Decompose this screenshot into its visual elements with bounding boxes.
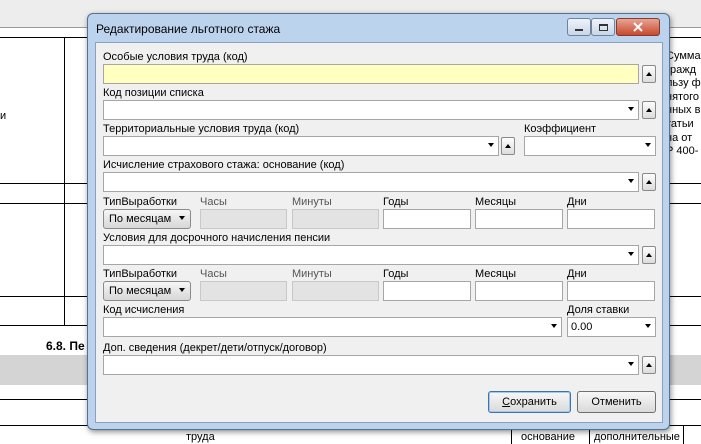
hours-label: Часы (200, 196, 227, 208)
list-position-label: Код позиции списка (103, 87, 204, 99)
early-pension-lookup-button[interactable] (642, 246, 656, 264)
close-button[interactable] (616, 18, 660, 36)
minutes-label: Минуты (292, 268, 332, 280)
insurance-basis-lookup-button[interactable] (642, 173, 656, 191)
days-label: Дни (567, 196, 587, 208)
background-cell: основание (521, 431, 575, 443)
chevron-down-icon (179, 288, 185, 292)
arrow-up-icon (646, 108, 652, 112)
cancel-button[interactable]: Отменить (577, 391, 656, 413)
special-conditions-input[interactable] (103, 64, 639, 84)
coefficient-label: Коэффициент (524, 123, 597, 135)
chevron-down-icon (551, 324, 557, 328)
minimize-button[interactable] (567, 18, 591, 36)
extra-info-lookup-button[interactable] (642, 356, 656, 374)
insurance-basis-label: Исчисление страхового стажа: основание (… (103, 159, 345, 171)
special-conditions-label: Особые условия труда (код) (103, 51, 248, 63)
work-type-label: ТипВыработки (103, 196, 177, 208)
rate-share-value: 0.00 (571, 321, 593, 333)
insurance-basis-combo[interactable] (103, 172, 639, 192)
years-input[interactable] (383, 281, 471, 301)
minutes-input[interactable] (292, 209, 379, 229)
work-type-value: По месяцам (109, 213, 172, 225)
background-left-fragment: и (0, 110, 7, 122)
edit-preferential-service-dialog: Редактирование льготного стажа Особые ус… (87, 13, 670, 430)
save-label: охранить (510, 396, 557, 408)
dialog-client-area: Особые условия труда (код) Код позиции с… (95, 42, 663, 423)
background-right-column: Сумма гражд льзу ф нятого нных в татьи н… (666, 50, 701, 158)
background-cell: дополнительные (594, 431, 680, 443)
save-mnemonic: С (502, 396, 511, 408)
coefficient-combo[interactable] (524, 136, 656, 156)
hours-input[interactable] (200, 281, 287, 301)
arrow-up-icon (646, 363, 652, 367)
hours-label: Часы (200, 268, 227, 280)
arrow-up-icon (505, 144, 511, 148)
maximize-icon (598, 23, 608, 31)
hours-input[interactable] (200, 209, 287, 229)
chevron-down-icon (488, 143, 494, 147)
chevron-down-icon (628, 107, 634, 111)
dialog-titlebar[interactable]: Редактирование льготного стажа (88, 14, 669, 42)
chevron-down-icon (179, 216, 185, 220)
years-input[interactable] (383, 209, 471, 229)
calc-code-label: Код исчисления (103, 304, 185, 316)
chevron-down-icon (628, 179, 634, 183)
arrow-up-icon (646, 253, 652, 257)
months-input[interactable] (475, 281, 563, 301)
early-pension-label: Условия для досрочного начисления пенсии (103, 232, 331, 244)
arrow-up-icon (646, 180, 652, 184)
work-type-label: ТипВыработки (103, 268, 177, 280)
years-label: Годы (383, 196, 409, 208)
save-button[interactable]: Сохранить (488, 391, 571, 413)
days-input[interactable] (567, 281, 655, 301)
territorial-conditions-lookup-button[interactable] (501, 137, 515, 155)
early-pension-combo[interactable] (103, 245, 639, 265)
minutes-input[interactable] (292, 281, 379, 301)
work-type-select[interactable]: По месяцам (103, 209, 191, 229)
months-label: Месяцы (475, 268, 517, 280)
territorial-conditions-label: Территориальные условия труда (код) (103, 123, 300, 135)
maximize-button[interactable] (591, 18, 615, 36)
list-position-lookup-button[interactable] (642, 101, 656, 119)
chevron-down-icon (645, 143, 651, 147)
background-section-title: 6.8. Пе (46, 339, 85, 353)
calc-code-combo[interactable] (103, 317, 562, 337)
months-label: Месяцы (475, 196, 517, 208)
extra-info-combo[interactable] (103, 355, 639, 375)
arrow-up-icon (646, 72, 652, 76)
days-label: Дни (567, 268, 587, 280)
list-position-combo[interactable] (103, 100, 639, 120)
background-cell: труда (186, 431, 215, 443)
rate-share-combo[interactable]: 0.00 (567, 317, 656, 337)
chevron-down-icon (628, 362, 634, 366)
work-type-value: По месяцам (109, 285, 172, 297)
minimize-icon (575, 29, 583, 31)
days-input[interactable] (567, 209, 655, 229)
work-type-select[interactable]: По месяцам (103, 281, 191, 301)
minutes-label: Минуты (292, 196, 332, 208)
chevron-down-icon (628, 252, 634, 256)
months-input[interactable] (475, 209, 563, 229)
rate-share-label: Доля ставки (567, 304, 630, 316)
special-conditions-lookup-button[interactable] (642, 65, 656, 83)
extra-info-label: Доп. сведения (декрет/дети/отпуск/догово… (103, 342, 327, 354)
close-icon (633, 22, 643, 32)
years-label: Годы (383, 268, 409, 280)
territorial-conditions-combo[interactable] (103, 136, 499, 156)
chevron-down-icon (645, 324, 651, 328)
dialog-title: Редактирование льготного стажа (96, 22, 281, 36)
